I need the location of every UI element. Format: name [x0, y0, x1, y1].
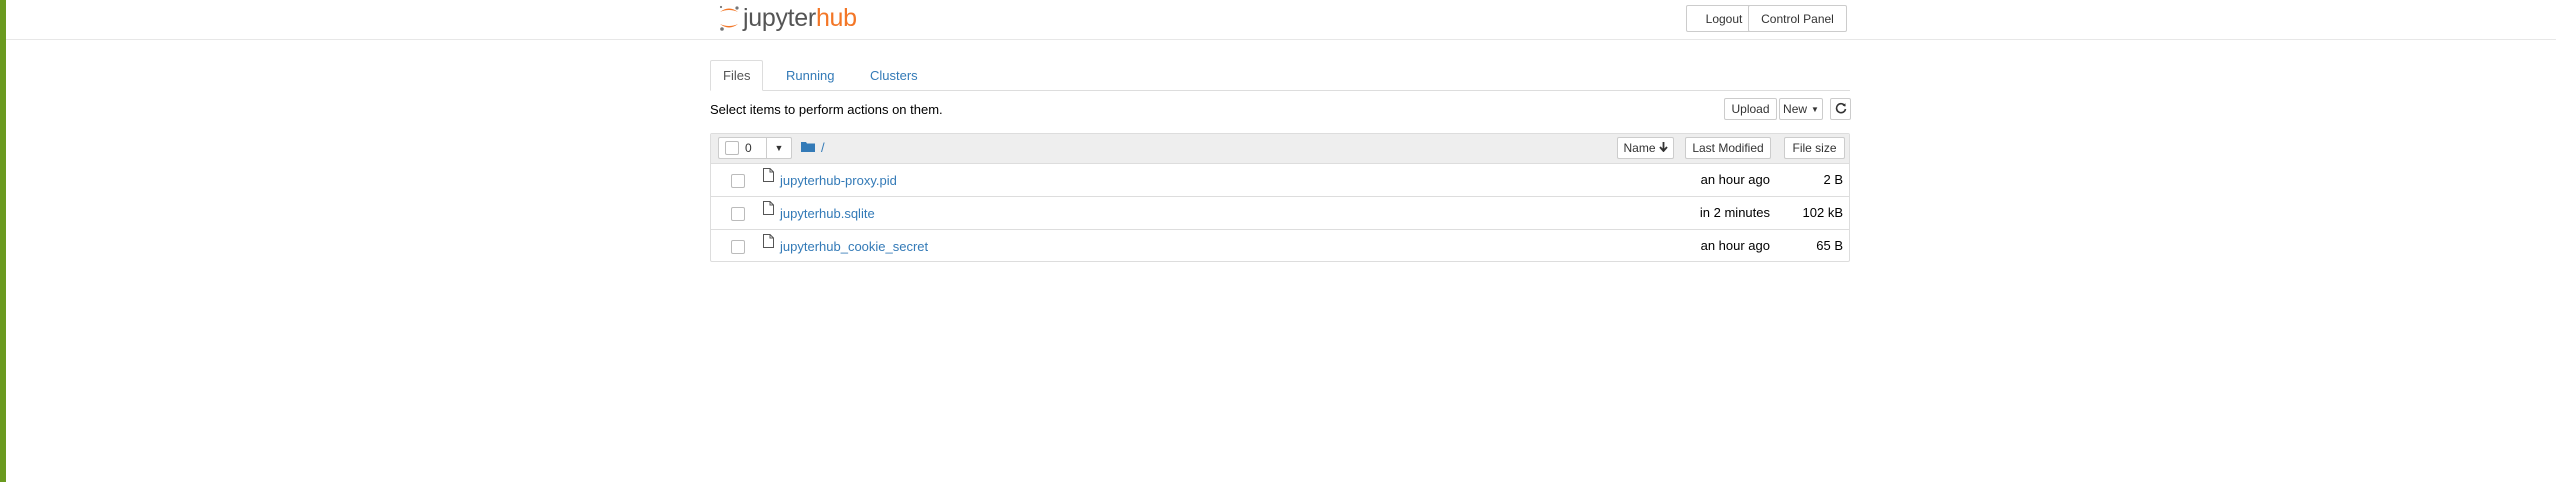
file-row-checkbox[interactable] — [731, 207, 745, 221]
file-size: 2 B — [1823, 172, 1843, 187]
sort-name-label: Name — [1623, 141, 1656, 155]
control-panel-button[interactable]: Control Panel — [1748, 5, 1847, 32]
left-accent-bar — [0, 0, 6, 482]
upload-button[interactable]: Upload — [1724, 98, 1777, 120]
refresh-icon — [1835, 102, 1847, 117]
file-row[interactable]: jupyterhub-proxy.pid an hour ago 2 B — [711, 164, 1849, 197]
top-header: jupyterhub Logout Control Panel — [6, 0, 2556, 40]
file-row-checkbox[interactable] — [731, 174, 745, 188]
selected-count: 0 — [745, 141, 752, 155]
file-list-header: 0 ▼ / Name Last Modified File size — [711, 134, 1849, 164]
tab-clusters[interactable]: Clusters — [858, 60, 930, 90]
file-row-checkbox[interactable] — [731, 240, 745, 254]
file-icon — [763, 201, 774, 218]
caret-down-icon: ▼ — [774, 143, 784, 153]
file-name-link[interactable]: jupyterhub-proxy.pid — [780, 173, 897, 188]
breadcrumb-root[interactable]: / — [821, 140, 825, 155]
sort-last-modified-button[interactable]: Last Modified — [1685, 137, 1771, 159]
select-all-box[interactable]: 0 — [718, 137, 766, 159]
arrow-down-icon — [1658, 141, 1668, 155]
logo-text-jupyter: jupyter — [743, 4, 816, 32]
jupyter-logo-icon — [718, 4, 740, 32]
file-name-link[interactable]: jupyterhub.sqlite — [780, 206, 875, 221]
file-size: 102 kB — [1802, 205, 1843, 220]
new-dropdown-button[interactable]: New ▼ — [1779, 98, 1823, 120]
file-modified: in 2 minutes — [1699, 205, 1770, 220]
sort-file-size-button[interactable]: File size — [1784, 137, 1845, 159]
select-dropdown-button[interactable]: ▼ — [766, 137, 792, 159]
select-all-group: 0 ▼ — [718, 137, 792, 159]
folder-icon — [801, 140, 815, 155]
tab-bar: Files Running Clusters — [710, 60, 1850, 91]
caret-down-icon: ▼ — [1811, 104, 1819, 114]
file-modified: an hour ago — [1700, 172, 1770, 187]
select-all-checkbox[interactable] — [725, 141, 739, 155]
sort-name-button[interactable]: Name — [1617, 137, 1674, 159]
new-button-label: New — [1783, 102, 1808, 116]
jupyterhub-logo[interactable]: jupyterhub — [718, 3, 857, 33]
file-size: 65 B — [1816, 238, 1843, 253]
file-icon — [763, 234, 774, 251]
logo-text: jupyterhub — [743, 3, 857, 33]
selection-hint: Select items to perform actions on them. — [710, 102, 943, 117]
file-name-link[interactable]: jupyterhub_cookie_secret — [780, 239, 928, 254]
file-icon — [763, 168, 774, 185]
refresh-button[interactable] — [1830, 98, 1851, 120]
logo-text-hub: hub — [815, 4, 857, 32]
file-list: 0 ▼ / Name Last Modified File size jupyt… — [710, 133, 1850, 262]
breadcrumb[interactable]: / — [801, 140, 825, 155]
file-row[interactable]: jupyterhub.sqlite in 2 minutes 102 kB — [711, 197, 1849, 230]
file-row[interactable]: jupyterhub_cookie_secret an hour ago 65 … — [711, 230, 1849, 263]
tab-files[interactable]: Files — [710, 60, 764, 91]
file-modified: an hour ago — [1700, 238, 1770, 253]
tab-running[interactable]: Running — [774, 60, 846, 90]
